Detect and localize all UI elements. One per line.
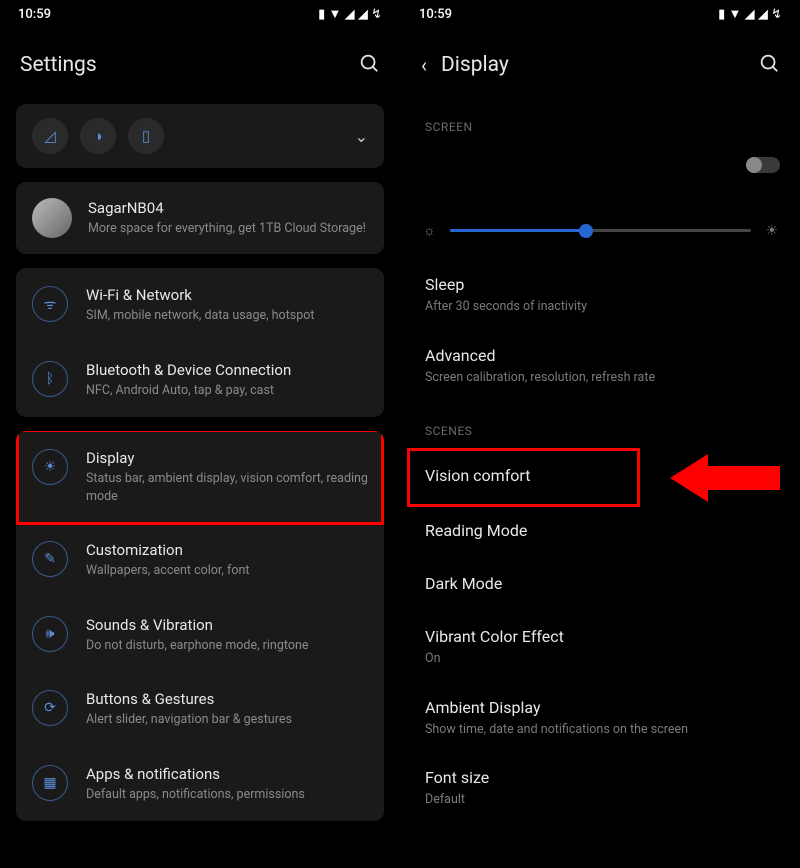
annotation-arrow-icon <box>670 450 780 506</box>
brightness-low-icon: ☼ <box>423 222 436 239</box>
item-buttons[interactable]: ⟳ Buttons & Gestures Alert slider, navig… <box>16 672 384 747</box>
row-font-size[interactable]: Font size Default <box>401 754 800 825</box>
row-reading-mode[interactable]: Reading Mode <box>401 507 800 560</box>
settings-group-2: ☀ Display Status bar, ambient display, v… <box>16 431 384 821</box>
status-time: 10:59 <box>18 7 51 22</box>
item-apps[interactable]: ▦ Apps & notifications Default apps, not… <box>16 747 384 822</box>
row-adaptive-brightness[interactable]: Adaptive brightness Optimize brightness … <box>401 144 800 204</box>
settings-group-1: ᯤ Wi-Fi & Network SIM, mobile network, d… <box>16 268 384 417</box>
status-bar: 10:59 ▮ ▼ ◢ ◢ ↯ <box>401 0 800 28</box>
search-icon[interactable] <box>758 52 780 78</box>
row-title: Adaptive brightness <box>425 154 720 173</box>
brightness-high-icon: ☀ <box>765 223 778 239</box>
page-title: Settings <box>20 53 97 77</box>
brightness-icon: ☀ <box>32 449 68 485</box>
row-title: Ambient Display <box>425 698 776 717</box>
bluetooth-icon: ᛒ <box>32 361 68 397</box>
row-sub: Screen calibration, resolution, refresh … <box>425 369 776 387</box>
status-time: 10:59 <box>419 7 452 22</box>
row-sub: Default <box>425 791 776 809</box>
slider-fill <box>450 229 586 232</box>
page-title: Display <box>441 53 509 77</box>
row-title: Sleep <box>425 275 776 294</box>
row-sleep[interactable]: Sleep After 30 seconds of inactivity <box>401 261 800 332</box>
wifi-icon: ᯤ <box>32 286 68 322</box>
profile-sub: More space for everything, get 1TB Cloud… <box>88 220 366 238</box>
row-dark-mode[interactable]: Dark Mode <box>401 560 800 613</box>
row-title: Font size <box>425 768 776 787</box>
item-wifi[interactable]: ᯤ Wi-Fi & Network SIM, mobile network, d… <box>16 268 384 343</box>
row-title: Vibrant Color Effect <box>425 627 776 646</box>
avatar <box>32 198 72 238</box>
brightness-slider[interactable] <box>450 229 752 232</box>
speaker-icon: 🕪 <box>32 616 68 652</box>
status-bar: 10:59 ▮ ▼ ◢ ◢ ↯ <box>0 0 400 28</box>
item-sub: Do not disturb, earphone mode, ringtone <box>86 637 308 655</box>
row-ambient-display[interactable]: Ambient Display Show time, date and noti… <box>401 684 800 755</box>
row-sub: On <box>425 650 776 668</box>
row-title: Dark Mode <box>425 574 776 593</box>
item-customization[interactable]: ✎ Customization Wallpapers, accent color… <box>16 523 384 598</box>
row-sub: Optimize brightness for the available li… <box>425 173 720 192</box>
toggle-adaptive[interactable] <box>746 157 780 173</box>
display-screen: 10:59 ▮ ▼ ◢ ◢ ↯ ‹ Display SCREEN Adaptiv… <box>400 0 800 868</box>
header: ‹ Display <box>401 28 800 98</box>
settings-screen: 10:59 ▮ ▼ ◢ ◢ ↯ Settings ◿ ◑ ▯ ⌄ SagarNB… <box>0 0 400 868</box>
status-icons: ▮ ▼ ◢ ◢ ↯ <box>718 6 782 22</box>
item-sub: Status bar, ambient display, vision comf… <box>86 470 368 505</box>
slider-thumb[interactable] <box>579 224 593 238</box>
item-sub: NFC, Android Auto, tap & pay, cast <box>86 382 291 400</box>
row-title: Reading Mode <box>425 521 776 540</box>
item-title: Bluetooth & Device Connection <box>86 361 291 379</box>
item-sub: Alert slider, navigation bar & gestures <box>86 711 292 729</box>
row-sub: After 30 seconds of inactivity <box>425 298 776 316</box>
profile-name: SagarNB04 <box>88 199 366 217</box>
status-icons: ▮ ▼ ◢ ◢ ↯ <box>318 6 382 22</box>
search-icon[interactable] <box>358 52 380 78</box>
item-sounds[interactable]: 🕪 Sounds & Vibration Do not disturb, ear… <box>16 598 384 673</box>
item-sub: Default apps, notifications, permissions <box>86 786 305 804</box>
header: Settings <box>0 28 400 98</box>
back-icon[interactable]: ‹ <box>421 53 427 77</box>
quick-toggle-vibrate-icon[interactable]: ▯ <box>128 118 164 154</box>
brightness-slider-row: ☼ ☀ <box>401 204 800 261</box>
item-bluetooth[interactable]: ᛒ Bluetooth & Device Connection NFC, And… <box>16 343 384 418</box>
quick-settings-row: ◿ ◑ ▯ ⌄ <box>16 104 384 168</box>
section-scenes: SCENES <box>401 402 800 448</box>
item-title: Buttons & Gestures <box>86 690 292 708</box>
quick-toggle-night-icon[interactable]: ◑ <box>80 118 116 154</box>
item-sub: SIM, mobile network, data usage, hotspot <box>86 307 314 325</box>
section-screen: SCREEN <box>401 98 800 144</box>
gesture-icon: ⟳ <box>32 690 68 726</box>
item-title: Wi-Fi & Network <box>86 286 314 304</box>
quick-toggle-data-icon[interactable]: ◿ <box>32 118 68 154</box>
row-title: Advanced <box>425 346 776 365</box>
item-title: Customization <box>86 541 249 559</box>
apps-icon: ▦ <box>32 765 68 801</box>
item-display[interactable]: ☀ Display Status bar, ambient display, v… <box>16 431 384 523</box>
row-vision-comfort[interactable]: Vision comfort <box>401 448 800 507</box>
item-sub: Wallpapers, accent color, font <box>86 562 249 580</box>
row-advanced[interactable]: Advanced Screen calibration, resolution,… <box>401 332 800 403</box>
chevron-down-icon[interactable]: ⌄ <box>355 127 368 146</box>
palette-icon: ✎ <box>32 541 68 577</box>
item-title: Apps & notifications <box>86 765 305 783</box>
row-sub: Show time, date and notifications on the… <box>425 721 776 739</box>
item-title: Display <box>86 449 368 467</box>
item-title: Sounds & Vibration <box>86 616 308 634</box>
profile-card[interactable]: SagarNB04 More space for everything, get… <box>16 182 384 254</box>
row-vibrant-color[interactable]: Vibrant Color Effect On <box>401 613 800 684</box>
